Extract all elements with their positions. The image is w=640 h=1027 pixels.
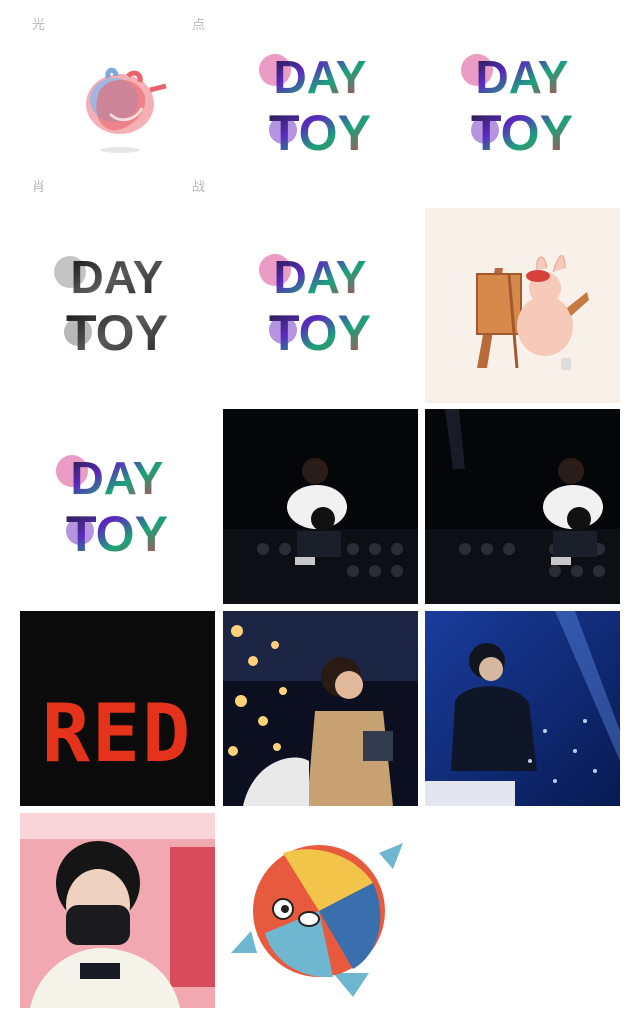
daytoy-logo: DAY TOY xyxy=(425,8,620,203)
stage-photo xyxy=(223,409,418,604)
grid-tile-stage-photo-2[interactable] xyxy=(425,409,620,604)
blue-stage-photo xyxy=(425,611,620,806)
daytoy-logo: DAY TOY xyxy=(223,208,418,403)
red-title-text: RED xyxy=(42,687,193,780)
pig-painter-illustration xyxy=(425,208,620,403)
grid-tile-pig-painter[interactable] xyxy=(425,208,620,403)
grid-tile-daytoy-3[interactable]: DAY TOY xyxy=(223,208,418,403)
grid-tile-daytoy-2[interactable]: DAY TOY xyxy=(425,8,620,203)
corner-char-bottom-right: 战 xyxy=(191,180,205,195)
logo-word-top: DAY xyxy=(71,251,164,303)
logo-word-bottom: TOY xyxy=(269,305,371,361)
grid-tile-concert-photo[interactable] xyxy=(223,611,418,806)
daytoy-logo: DAY TOY xyxy=(20,409,215,604)
grid-tile-red[interactable]: RED xyxy=(20,611,215,806)
corner-char-top-left: 光 xyxy=(32,18,46,33)
stage-photo xyxy=(425,409,620,604)
corner-char-top-right: 点 xyxy=(191,18,205,33)
grid-tile-masked-selfie[interactable] xyxy=(20,813,215,1008)
grid-tile-fish-ball[interactable] xyxy=(223,813,418,1008)
grid-tile-heart[interactable]: 光 点 肖 战 xyxy=(20,8,215,203)
grid-tile-stage-photo-1[interactable] xyxy=(223,409,418,604)
logo-word-bottom: TOY xyxy=(269,105,371,161)
heart-illustration xyxy=(20,8,215,203)
logo-word-bottom: TOY xyxy=(471,105,573,161)
logo-word-bottom: TOY xyxy=(66,305,168,361)
grid-tile-blue-stage-photo[interactable] xyxy=(425,611,620,806)
concert-photo xyxy=(223,611,418,806)
logo-word-top: DAY xyxy=(274,51,367,103)
logo-word-top: DAY xyxy=(476,51,569,103)
daytoy-logo: DAY TOY xyxy=(223,8,418,203)
photo-grid: 光 点 肖 战 DAY TOY DAY TOY DAY TOY DAY TOY … xyxy=(0,0,640,1027)
fish-ball-illustration xyxy=(223,813,418,1008)
grid-tile-daytoy-gray[interactable]: DAY TOY xyxy=(20,208,215,403)
grid-tile-daytoy-4[interactable]: DAY TOY xyxy=(20,409,215,604)
red-title-card: RED xyxy=(20,611,215,806)
logo-word-top: DAY xyxy=(274,251,367,303)
daytoy-logo-gray: DAY TOY xyxy=(20,208,215,403)
corner-char-bottom-left: 肖 xyxy=(32,180,46,195)
grid-tile-daytoy-1[interactable]: DAY TOY xyxy=(223,8,418,203)
logo-word-top: DAY xyxy=(71,452,164,504)
masked-selfie-photo xyxy=(20,813,215,1008)
logo-word-bottom: TOY xyxy=(66,506,168,562)
